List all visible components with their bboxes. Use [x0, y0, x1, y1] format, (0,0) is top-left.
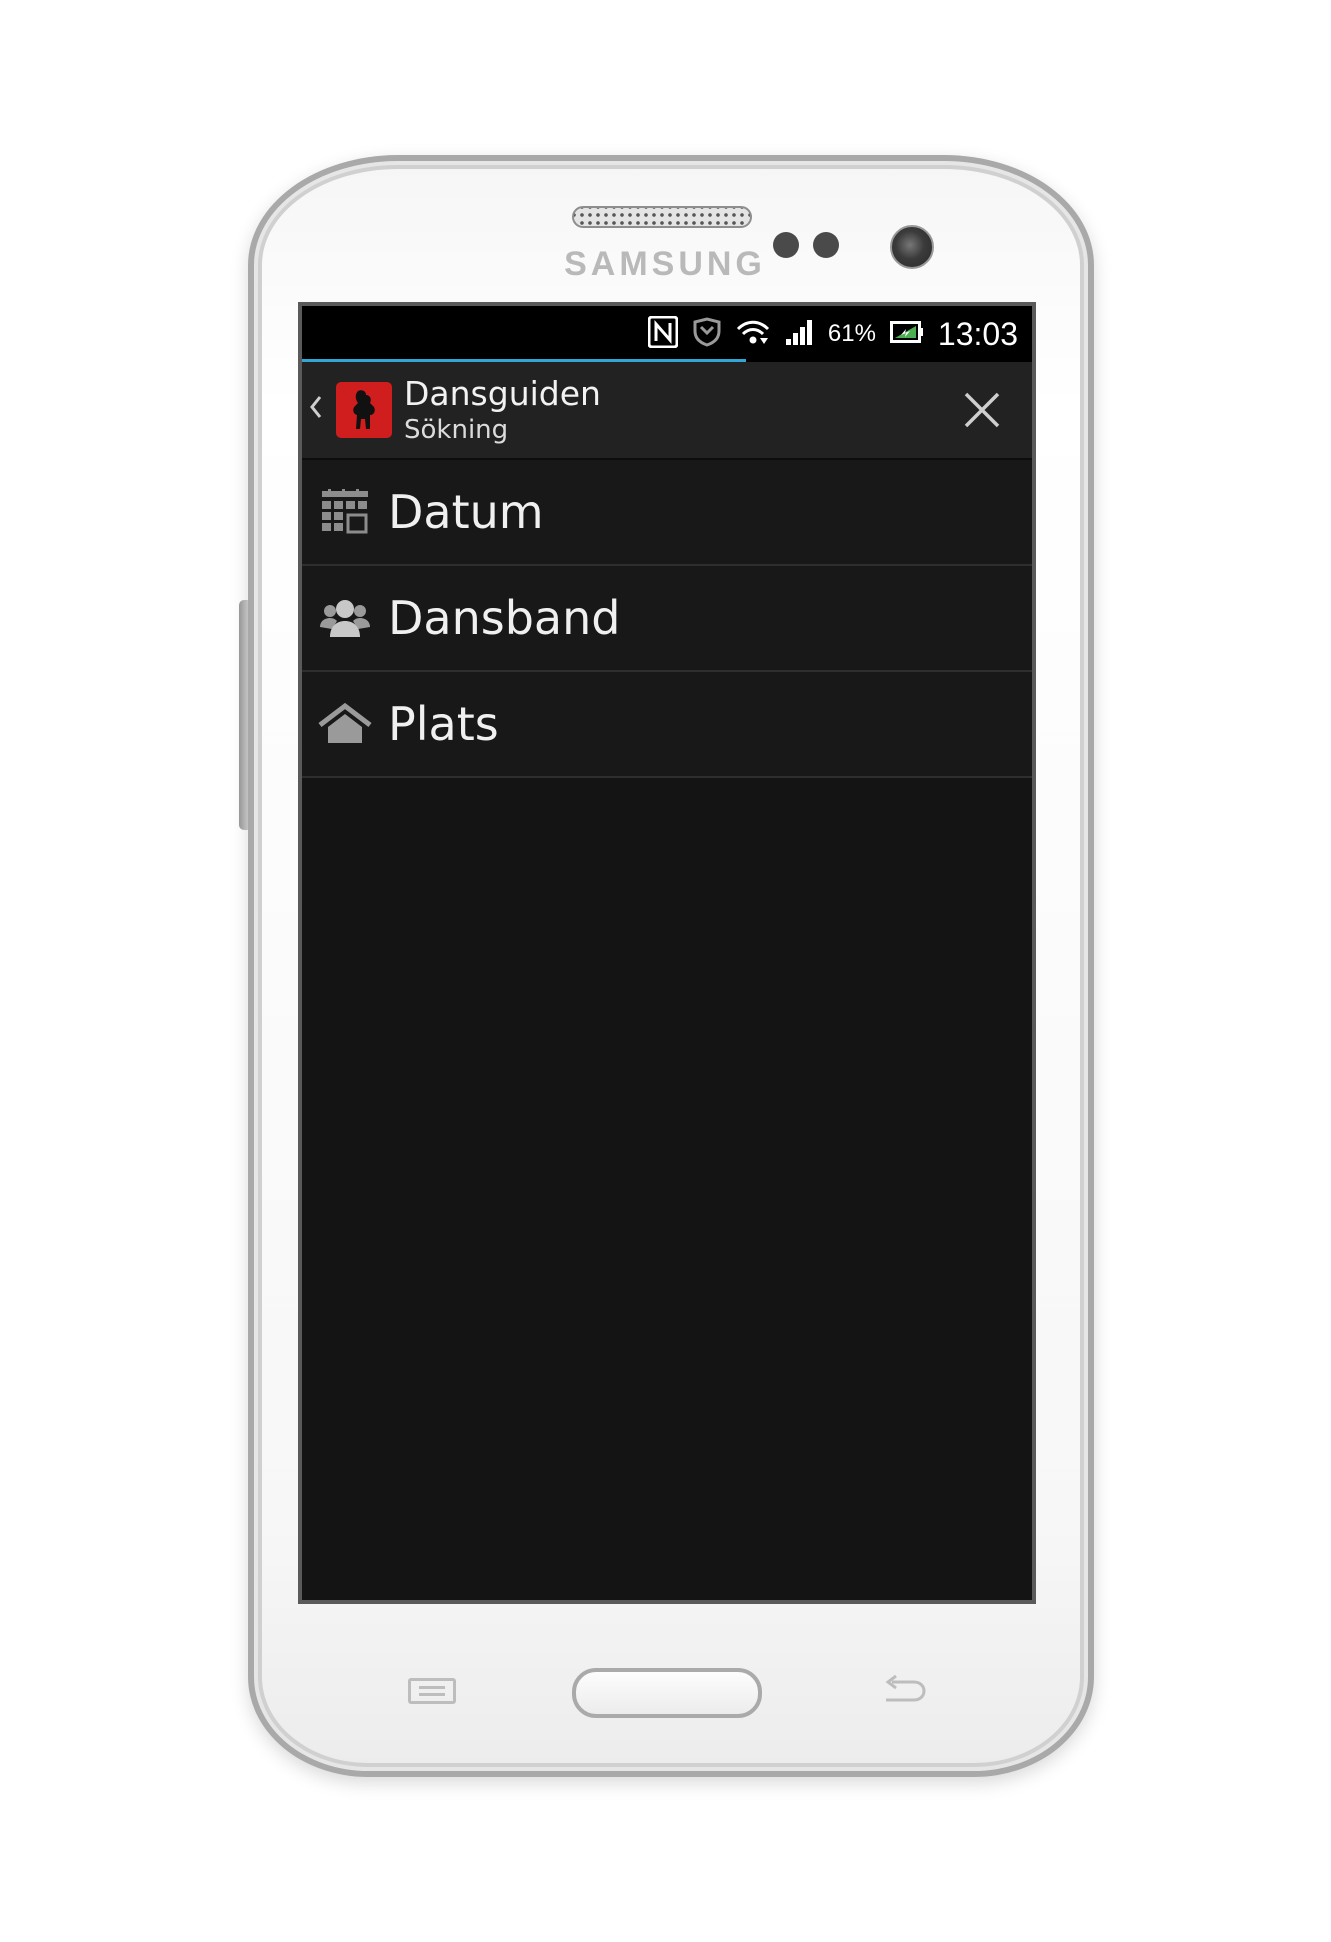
battery-icon — [889, 320, 924, 348]
app-logo-icon[interactable] — [336, 382, 392, 438]
title-block: Dansguiden Sökning — [404, 374, 601, 446]
close-button[interactable] — [962, 390, 1002, 430]
search-menu-list: Datum Dansband Plats — [302, 460, 1032, 778]
home-key[interactable] — [572, 1668, 762, 1718]
home-icon — [318, 697, 372, 751]
battery-percent: 61% — [827, 320, 876, 347]
back-key[interactable] — [880, 1674, 928, 1706]
calendar-icon — [318, 485, 372, 539]
group-icon — [318, 591, 372, 645]
clock: 13:03 — [937, 315, 1018, 352]
app-title: Dansguiden — [404, 374, 601, 413]
app-subtitle: Sökning — [404, 415, 509, 445]
nfc-icon — [647, 315, 679, 352]
menu-key[interactable] — [408, 1678, 456, 1704]
signal-icon — [784, 317, 814, 351]
screen: 61% 13:03 Dansguiden Sökning Datum Dansb… — [298, 302, 1036, 1604]
back-chevron-icon[interactable] — [308, 393, 332, 427]
list-item-plats[interactable]: Plats — [302, 672, 1032, 778]
shield-icon — [692, 317, 722, 351]
status-bar: 61% 13:03 — [302, 306, 1032, 362]
wifi-icon — [736, 317, 770, 351]
proximity-sensor — [773, 232, 799, 258]
action-bar: Dansguiden Sökning — [302, 362, 1032, 460]
earpiece-speaker — [572, 206, 752, 228]
list-item-label: Dansband — [388, 591, 621, 645]
list-item-label: Plats — [388, 697, 499, 751]
list-item-dansband[interactable]: Dansband — [302, 566, 1032, 672]
light-sensor — [813, 232, 839, 258]
close-icon — [964, 392, 1000, 428]
list-item-datum[interactable]: Datum — [302, 460, 1032, 566]
brand-logo: SAMSUNG — [564, 245, 766, 283]
back-arrow-icon — [885, 1674, 926, 1702]
list-item-label: Datum — [388, 485, 544, 539]
front-camera — [890, 225, 934, 269]
